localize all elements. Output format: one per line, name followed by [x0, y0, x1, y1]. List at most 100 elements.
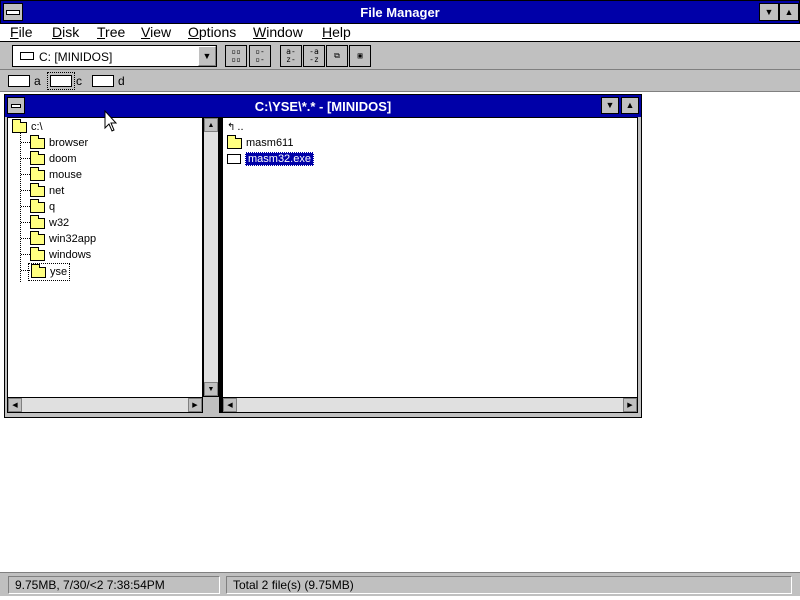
title-bar[interactable]: File Manager ▼ ▲ — [0, 0, 800, 24]
scroll-up-button[interactable]: ▲ — [204, 118, 218, 132]
file-item-masm611[interactable]: masm611 — [227, 134, 294, 151]
drive-a-label: a — [34, 74, 41, 88]
copy-button[interactable]: ⧉ — [326, 45, 348, 67]
directory-window-title: C:\YSE\*.* - [MINIDOS] — [254, 99, 392, 114]
tree-branch — [21, 238, 30, 240]
file-item-masm32-exe[interactable]: masm32.exe — [227, 151, 314, 167]
tree-root-label: c:\ — [31, 121, 43, 133]
minimize-icon: ▼ — [764, 6, 774, 17]
tree-item-browser[interactable]: browser — [30, 134, 89, 151]
tree-branch — [21, 174, 30, 176]
file-list[interactable]: ↰.. masm611 masm32.exe — [222, 117, 638, 413]
minimize-icon: ▼ — [605, 100, 615, 110]
tree-vertical-scrollbar[interactable]: ▲ ▼ — [203, 117, 219, 397]
folder-icon — [30, 150, 45, 165]
child-maximize-button[interactable]: ▲ — [621, 97, 639, 114]
tree-item-windows[interactable]: windows — [30, 246, 92, 263]
floppy-drive-icon — [8, 75, 30, 87]
folder-icon — [30, 198, 45, 213]
tree-branch — [21, 142, 30, 144]
hard-drive-icon — [47, 72, 75, 90]
menu-options[interactable]: Options — [188, 24, 236, 40]
menu-file[interactable]: File — [10, 24, 33, 40]
sort-by-type-button[interactable]: -a -z — [303, 45, 325, 67]
tree-item-w32[interactable]: w32 — [30, 214, 70, 231]
tree-item-mouse[interactable]: mouse — [30, 166, 83, 183]
status-selection: 9.75MB, 7/30/<2 7:38:54PM — [8, 576, 220, 594]
folder-icon — [30, 134, 45, 149]
scroll-right-button[interactable]: ▶ — [623, 398, 637, 412]
directory-window-title-bar[interactable]: C:\YSE\*.* - [MINIDOS] ▼ ▲ — [5, 95, 641, 117]
arrow-right-icon: ▶ — [627, 401, 633, 409]
drive-dropdown-button[interactable]: ▼ — [198, 46, 216, 66]
maximize-icon: ▲ — [625, 100, 635, 110]
tree-item-label: mouse — [49, 169, 83, 181]
tree-item-doom[interactable]: doom — [30, 150, 77, 167]
child-minimize-button[interactable]: ▼ — [601, 97, 619, 114]
file-item-label: masm611 — [246, 137, 294, 149]
arrow-left-icon: ◀ — [227, 401, 233, 409]
tree-branch — [21, 190, 30, 192]
folder-icon — [30, 166, 45, 181]
scroll-left-button[interactable]: ◀ — [223, 398, 237, 412]
drive-select-value: C: [MINIDOS] — [39, 50, 113, 64]
properties-icon: ▣ — [357, 51, 363, 60]
window-title: File Manager — [360, 5, 440, 20]
tree-item-label: browser — [49, 137, 89, 149]
arrow-down-icon: ▼ — [207, 385, 215, 393]
tree-item-net[interactable]: net — [30, 182, 65, 199]
cdrom-drive-icon — [92, 75, 114, 87]
drive-d[interactable]: d — [92, 72, 125, 90]
drive-a[interactable]: a — [8, 72, 41, 90]
menu-disk[interactable]: Disk — [52, 24, 79, 40]
tree-branch — [21, 254, 30, 256]
directory-window: C:\YSE\*.* - [MINIDOS] ▼ ▲ c:\ browser d… — [4, 94, 642, 418]
sort-by-name-button[interactable]: a-z- — [280, 45, 302, 67]
minimize-button[interactable]: ▼ — [759, 3, 779, 21]
file-item-up[interactable]: ↰.. — [227, 119, 244, 135]
file-item-label: .. — [237, 121, 244, 133]
drive-c[interactable]: c — [47, 72, 82, 90]
scroll-down-button[interactable]: ▼ — [204, 382, 218, 396]
tree-root[interactable]: c:\ — [12, 118, 43, 135]
menu-view[interactable]: View — [141, 24, 171, 40]
menu-tree[interactable]: Tree — [97, 24, 125, 40]
scroll-left-button[interactable]: ◀ — [8, 398, 22, 412]
tree-item-label: net — [49, 185, 65, 197]
status-totals: Total 2 file(s) (9.75MB) — [226, 576, 792, 594]
details-view-icon: ▫- ▫- — [255, 47, 265, 64]
copy-icon: ⧉ — [334, 51, 340, 60]
mouse-cursor-icon — [104, 110, 118, 132]
arrow-left-icon: ◀ — [12, 401, 18, 409]
tree-item-label: doom — [49, 153, 77, 165]
folder-icon — [30, 214, 45, 229]
menu-bar: File Disk Tree View Options Window Help — [0, 24, 800, 42]
folder-icon — [30, 182, 45, 197]
chevron-down-icon: ▼ — [202, 50, 212, 61]
tree-branch — [21, 206, 30, 208]
tree-item-label: yse — [50, 266, 68, 278]
directory-tree[interactable]: c:\ browser doom mouse net q w32 win32ap… — [7, 117, 203, 413]
details-view-button[interactable]: ▫- ▫- — [249, 45, 271, 67]
maximize-button[interactable]: ▲ — [779, 3, 799, 21]
tree-branch — [21, 222, 30, 224]
tree-item-label: w32 — [49, 217, 70, 229]
tree-horizontal-scrollbar[interactable]: ◀ ▶ — [7, 397, 203, 413]
drive-select[interactable]: C: [MINIDOS] ▼ — [12, 45, 217, 67]
scroll-right-button[interactable]: ▶ — [188, 398, 202, 412]
tree-item-win32app[interactable]: win32app — [30, 230, 97, 247]
properties-button[interactable]: ▣ — [349, 45, 371, 67]
menu-help[interactable]: Help — [322, 24, 351, 40]
tree-item-label: windows — [49, 249, 92, 261]
drive-d-label: d — [118, 74, 125, 88]
sort-type-icon: -a -z — [309, 47, 319, 64]
tree-item-q[interactable]: q — [30, 198, 55, 215]
tree-item-label: win32app — [49, 233, 97, 245]
files-horizontal-scrollbar[interactable]: ◀ ▶ — [222, 397, 638, 413]
folder-open-icon — [31, 263, 46, 278]
executable-icon — [227, 154, 241, 164]
large-icons-button[interactable]: ▫▫ ▫▫ — [225, 45, 247, 67]
menu-window[interactable]: Window — [253, 24, 303, 40]
drive-c-label: c — [76, 74, 82, 88]
tree-item-yse[interactable]: yse — [28, 263, 71, 281]
